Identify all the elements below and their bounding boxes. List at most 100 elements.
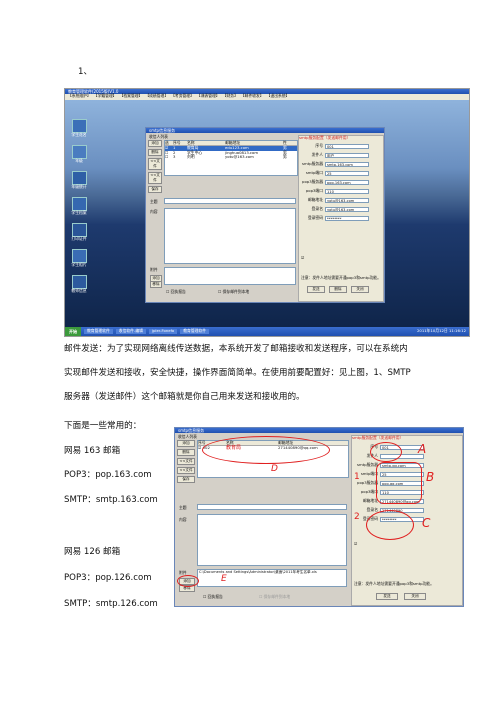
outbox-checkbox[interactable]: ☑ <box>354 541 357 546</box>
close-button[interactable]: 关闭 <box>351 286 369 293</box>
config-input[interactable]: smtp.163.com <box>325 162 369 167</box>
content-textarea[interactable] <box>164 208 296 264</box>
save-button[interactable]: 保存 <box>148 186 162 193</box>
table-row[interactable]: ☐ 3 刘明 yotu@163.com 男 <box>165 154 297 160</box>
side-item[interactable]: 学生相片 <box>67 249 91 269</box>
side-item[interactable]: 教师信息 <box>67 275 91 295</box>
attachment-list[interactable] <box>164 267 296 285</box>
config-input[interactable]: 用户 <box>325 153 369 158</box>
subject-input[interactable] <box>164 198 296 204</box>
config-input[interactable]: ******** <box>325 216 369 221</box>
side-item[interactable]: 打印证件 <box>67 223 91 243</box>
student-list-icon <box>71 119 87 133</box>
side-item[interactable]: 年级 <box>67 145 91 165</box>
cell: yotu@163.com <box>225 154 254 160</box>
config-label: pop3服务器 <box>302 179 323 185</box>
add-button[interactable]: 添加 <box>177 440 195 447</box>
student-photo-icon <box>71 249 87 263</box>
side-item[interactable]: 学生档案 <box>67 197 91 217</box>
config-input[interactable]: 25 <box>325 171 369 176</box>
smtp-config-title: smtp服务配置（发送邮件用） <box>299 135 351 140</box>
outbox-checkbox[interactable]: ☑ <box>301 255 304 260</box>
config-label: smtp服务器 <box>357 462 378 468</box>
save-local-checkbox[interactable]: ☐ 保存邮件到本地 <box>259 594 291 599</box>
taskbar-item[interactable]: 教育管理软件 <box>84 328 113 334</box>
taskbar: 开始 教育管理软件 收信软件-编辑 jpler-Fonefo 教育管理软件 20… <box>65 327 469 336</box>
add-button[interactable]: 添加 <box>148 140 162 147</box>
side-item-label: 教师信息 <box>71 288 87 293</box>
config-row: pop3服务器 pop.163.com <box>301 179 369 185</box>
annotation-ellipse-c <box>366 510 414 540</box>
config-row: pop3端口 110 <box>301 188 369 194</box>
config-input[interactable]: yotu@163.com <box>325 207 369 212</box>
receipt-checkbox[interactable]: ☐ 回执报告 <box>166 289 186 294</box>
provider-name: 网易 163 邮箱 <box>64 446 121 456</box>
config-input[interactable]: 001 <box>325 144 369 149</box>
teacher-info-icon <box>71 275 87 289</box>
config-row: 登录密码 ******** <box>301 215 369 221</box>
export-button[interactable]: <<文件 <box>177 467 195 474</box>
config-row: smtp服务器 smtp.163.com <box>301 161 369 167</box>
side-item[interactable]: 学生花名 <box>67 119 91 139</box>
side-item-label: 学生花名 <box>71 132 87 137</box>
grade-icon <box>71 145 87 159</box>
config-input[interactable]: yotu@163.com <box>325 198 369 203</box>
receipt-checkbox[interactable]: ☐ 回执报告 <box>203 594 223 599</box>
config-row: 邮箱地址 yotu@163.com <box>301 197 369 203</box>
receiver-list-label: 收信人列表 <box>178 434 197 439</box>
taskbar-item[interactable]: 教育管理软件 <box>180 328 210 334</box>
content-label: 内容 <box>179 517 187 522</box>
config-label: 登录名 <box>311 206 323 212</box>
config-row: 登录名 yotu@163.com <box>301 206 369 212</box>
provider-smtp: SMTP：smtp.126.com <box>64 599 158 609</box>
provider-name: 网易 126 邮箱 <box>64 547 121 557</box>
cell: 刘明 <box>187 154 195 160</box>
smtp-config-title: smtp服务配置（发送邮件用） <box>352 435 404 440</box>
save-button[interactable]: 保存 <box>177 476 195 483</box>
annotation-ellipse-a <box>370 442 402 462</box>
attach-remove-button[interactable]: 移除 <box>150 281 162 288</box>
provider-pop3: POP3：pop.163.com <box>64 470 152 480</box>
taskbar-item[interactable]: jpler-Fonefo <box>148 328 178 334</box>
save-local-label: 保存邮件到本地 <box>222 289 250 294</box>
subject-input[interactable] <box>197 504 347 510</box>
receiver-table[interactable]: 选 序号 名称 邮箱地址 性 ☑ 1 教育局 edu123.com 男 ☐ 2 … <box>164 140 298 176</box>
save-local-label: 保存邮件到本地 <box>263 594 291 599</box>
subject-label: 主题 <box>150 199 158 204</box>
receipt-label: 回执报告 <box>207 594 223 599</box>
delete-button[interactable]: 删除 <box>177 449 195 456</box>
import-button[interactable]: <<文件 <box>148 158 162 170</box>
delete-mail-button[interactable]: 删除 <box>329 286 347 293</box>
side-item-label: 学生档案 <box>71 210 87 215</box>
print-card-icon <box>71 223 87 237</box>
attachment-list[interactable]: C:\Documents and Settings\Administrator\… <box>197 569 347 587</box>
config-label: smtp端口 <box>305 170 323 176</box>
annotation-1: 1 <box>354 472 360 482</box>
import-button[interactable]: <<文件 <box>177 458 195 465</box>
side-item-label: 打印证件 <box>71 236 87 241</box>
annotation-d: D <box>271 464 278 474</box>
config-row: 发件人 用户 <box>301 152 369 158</box>
side-item[interactable]: 年级统计 <box>67 171 91 191</box>
taskbar-item[interactable]: 收信软件-编辑 <box>115 328 146 334</box>
send-button[interactable]: 发送 <box>307 286 325 293</box>
config-input[interactable]: pop.163.com <box>325 180 369 185</box>
delete-button[interactable]: 删除 <box>148 149 162 156</box>
dialog-title: smtp信息服务 <box>146 128 384 133</box>
annotation-b: B <box>426 470 435 484</box>
attachment-path: C:\Documents and Settings\Administrator\… <box>199 570 317 574</box>
content-textarea[interactable] <box>197 514 347 566</box>
config-label: pop3端口 <box>360 489 378 495</box>
export-button[interactable]: <<文件 <box>148 172 162 184</box>
send-button[interactable]: 发送 <box>376 593 398 600</box>
start-button[interactable]: 开始 <box>65 327 81 336</box>
config-input[interactable]: 110 <box>325 189 369 194</box>
close-button[interactable]: 关闭 <box>404 593 426 600</box>
annotation-ellipse-d <box>202 436 330 464</box>
config-label: 邮箱地址 <box>307 197 323 203</box>
paragraph-line: 实现邮件发送和接收，安全快捷，操作界面简简单。在使用前要配置好：见上图，1、SM… <box>64 368 411 378</box>
attachment-label: 附件 <box>150 267 158 272</box>
row-checkbox[interactable]: ☐ <box>165 154 173 159</box>
save-local-checkbox[interactable]: ☐ 保存邮件到本地 <box>218 289 250 294</box>
provider-pop3: POP3：pop.126.com <box>64 573 152 583</box>
